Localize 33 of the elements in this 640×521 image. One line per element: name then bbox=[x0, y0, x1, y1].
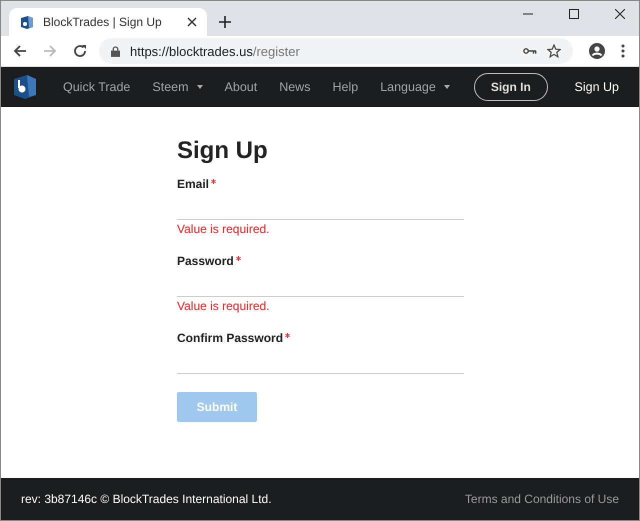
url-text: https://blocktrades.us/register bbox=[130, 44, 300, 58]
nav-link[interactable]: Quick Trade bbox=[63, 80, 130, 94]
browser-tab[interactable]: BlockTrades | Sign Up bbox=[9, 8, 207, 36]
sign-in-button[interactable]: Sign In bbox=[474, 73, 548, 101]
account-icon[interactable] bbox=[589, 43, 605, 59]
close-icon[interactable] bbox=[615, 9, 625, 19]
nav-link[interactable]: Steem bbox=[152, 80, 203, 94]
error-message: Value is required. bbox=[177, 222, 270, 236]
lock-icon bbox=[111, 46, 120, 56]
nav-link[interactable]: About bbox=[224, 80, 258, 94]
key-icon[interactable] bbox=[523, 47, 537, 55]
nav-link[interactable]: Help bbox=[332, 80, 358, 94]
field-label: Confirm Password bbox=[177, 331, 284, 345]
nav-link[interactable]: News bbox=[279, 80, 310, 94]
star-icon[interactable] bbox=[547, 44, 561, 58]
nav-link[interactable]: Language bbox=[380, 80, 450, 94]
sign-up-link[interactable]: Sign Up bbox=[574, 80, 619, 94]
close-icon[interactable] bbox=[187, 17, 197, 27]
page-title: Sign Up bbox=[177, 137, 269, 165]
address-field[interactable]: https://blocktrades.us/register bbox=[99, 38, 573, 64]
cube-logo-icon bbox=[19, 14, 35, 30]
copyright-text: rev: 3b87146c © BlockTrades International Ltd. bbox=[21, 492, 272, 506]
field-label: Email bbox=[177, 177, 210, 191]
cube-logo-icon[interactable] bbox=[13, 74, 37, 100]
terms-link[interactable]: Terms and Conditions of Use bbox=[464, 492, 619, 506]
maximize-icon[interactable] bbox=[569, 9, 579, 19]
back-icon[interactable] bbox=[13, 44, 27, 58]
tab-title: BlockTrades | Sign Up bbox=[43, 15, 163, 29]
error-message: Value is required. bbox=[177, 299, 270, 313]
field-label: Password bbox=[177, 254, 234, 268]
new-tab-icon[interactable] bbox=[219, 16, 231, 28]
reload-icon[interactable] bbox=[73, 44, 87, 58]
menu-icon[interactable] bbox=[621, 44, 625, 58]
